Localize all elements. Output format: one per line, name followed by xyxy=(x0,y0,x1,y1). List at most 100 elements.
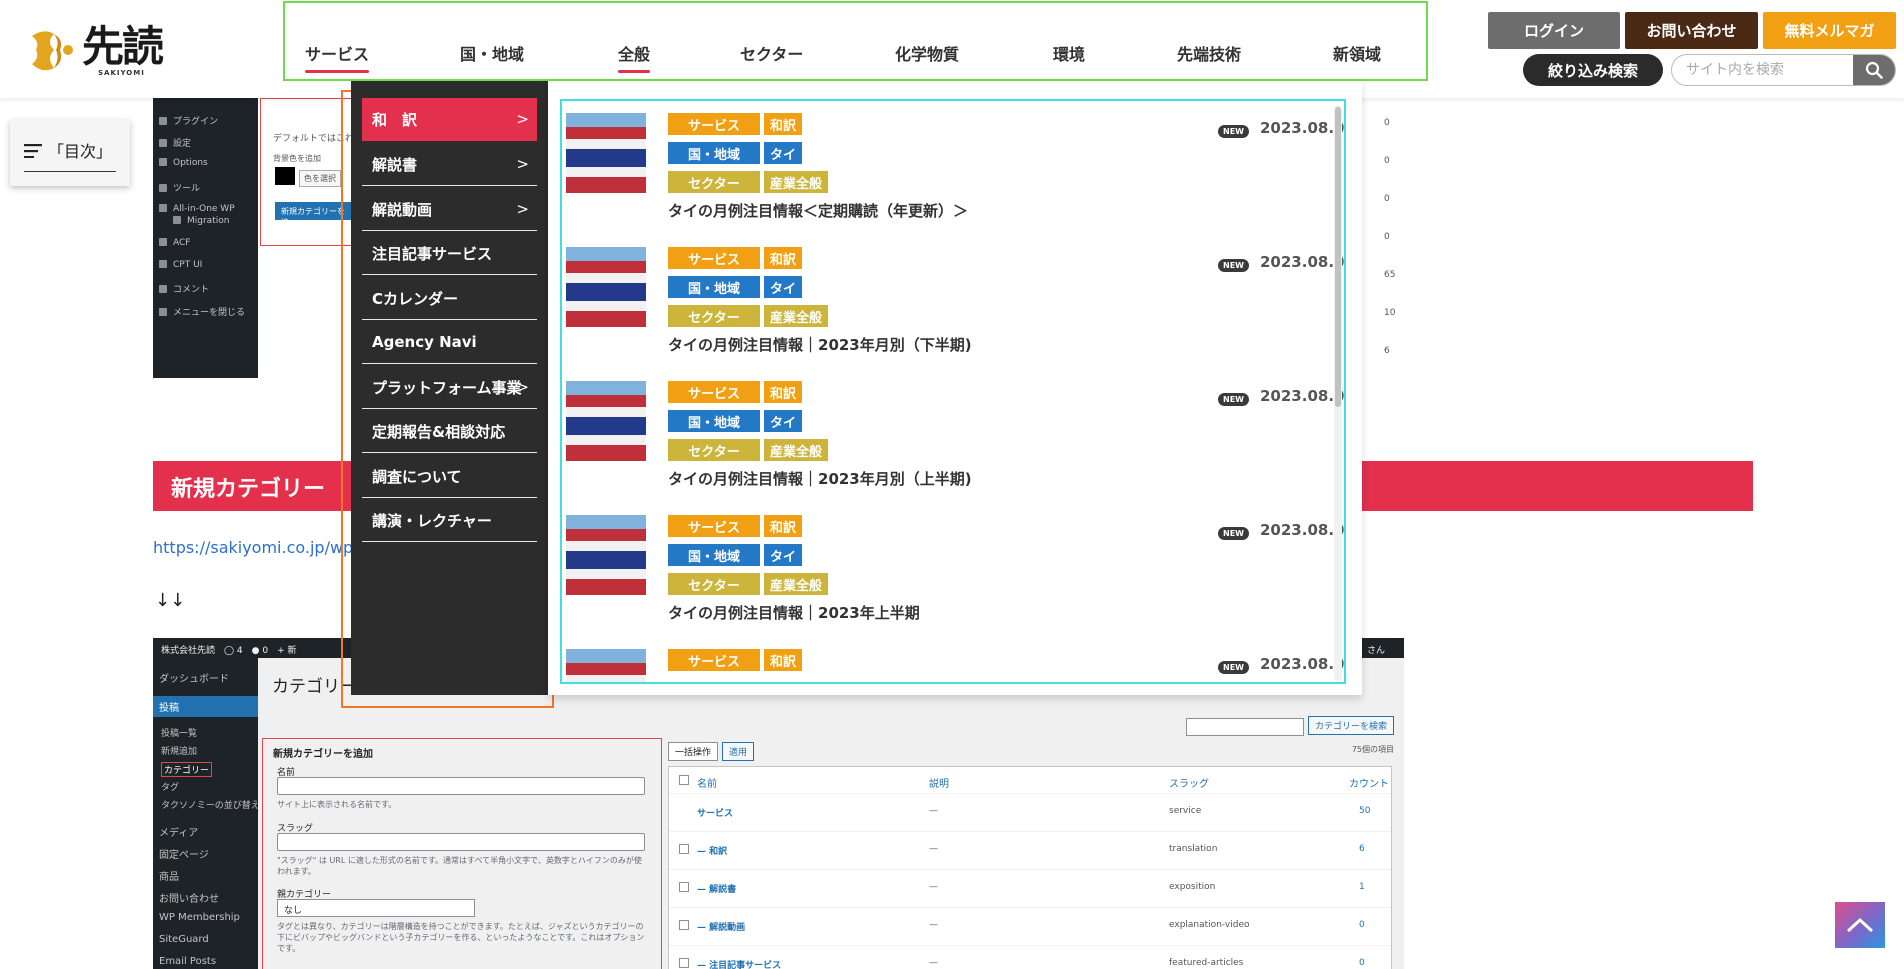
tag-sector[interactable]: セクター xyxy=(668,573,760,595)
tag-service[interactable]: サービス xyxy=(668,515,760,537)
submenu-item-videos[interactable]: 解説動画 > xyxy=(362,188,537,231)
tag-row: 国・地域 タイ xyxy=(668,544,803,566)
article-title[interactable]: タイの月例注目情報｜2023年月別（下半期) xyxy=(668,334,972,355)
list-icon xyxy=(24,144,42,158)
submenu-item-lectures[interactable]: 講演・レクチャー xyxy=(362,499,537,542)
nav-environment[interactable]: 環境 xyxy=(1053,41,1085,65)
submenu-item-label: 和 訳 xyxy=(372,110,418,129)
nav-advanced-tech[interactable]: 先端技術 xyxy=(1177,41,1241,65)
submenu-item-reports[interactable]: 定期報告&相談対応 xyxy=(362,410,537,453)
tag-row: セクター 産業全般 xyxy=(668,171,829,193)
new-badge: NEW xyxy=(1218,259,1249,272)
back-to-top-button[interactable] xyxy=(1835,902,1885,948)
cell-name: — 解説動画 xyxy=(697,923,746,933)
article-title[interactable]: タイの月例注目情報｜2023年上半期 xyxy=(668,602,920,623)
tag-sector-value[interactable]: 産業全般 xyxy=(764,573,829,595)
tag-service-value[interactable]: 和訳 xyxy=(764,113,803,135)
nav-region[interactable]: 国・地域 xyxy=(460,41,524,65)
article-card[interactable]: サービス 和訳 国・地域 タイ セクター 産業全般 タイの月例注目情報＜定期購読… xyxy=(566,105,1344,240)
tag-region[interactable]: 国・地域 xyxy=(668,276,760,298)
wp-count: 10 xyxy=(1384,308,1396,318)
tag-row: セクター 産業全般 xyxy=(668,305,829,327)
search-input[interactable] xyxy=(1672,55,1852,85)
wp-name-input xyxy=(277,777,645,795)
cell-count: 50 xyxy=(1359,806,1371,816)
tag-row: セクター 産業全般 xyxy=(668,439,829,461)
tag-sector[interactable]: セクター xyxy=(668,305,760,327)
tag-region-value[interactable]: タイ xyxy=(764,410,803,432)
nav-service[interactable]: サービス xyxy=(305,41,370,73)
wp-sidebar-item: Migration xyxy=(159,216,229,226)
thailand-flag-image xyxy=(566,515,646,595)
logo-mark-icon xyxy=(32,31,73,71)
article-title[interactable]: タイの月例注目情報｜2023年月別（上半期) xyxy=(668,468,972,489)
tag-sector[interactable]: セクター xyxy=(668,439,760,461)
cell-count: 0 xyxy=(1359,920,1365,930)
login-button[interactable]: ログイン xyxy=(1488,12,1620,49)
tag-sector[interactable]: セクター xyxy=(668,171,760,193)
table-row: — 注目記事サービス — featured-articles 0 xyxy=(669,945,1391,969)
cell-name: — 和訳 xyxy=(697,847,728,857)
submenu-item-featured[interactable]: 注目記事サービス xyxy=(362,232,537,275)
table-row: — 解説書 — exposition 1 xyxy=(669,869,1391,907)
submenu-item-calendar[interactable]: Cカレンダー xyxy=(362,277,537,320)
wp-sidebar-subitem: タグ xyxy=(161,783,180,793)
tag-sector-value[interactable]: 産業全般 xyxy=(764,439,829,461)
filter-search-button[interactable]: 絞り込み検索 xyxy=(1523,54,1663,86)
tag-service[interactable]: サービス xyxy=(668,247,760,269)
wp-search-button: カテゴリーを検索 xyxy=(1307,716,1394,735)
tag-region[interactable]: 国・地域 xyxy=(668,142,760,164)
tag-region[interactable]: 国・地域 xyxy=(668,410,760,432)
new-badge: NEW xyxy=(1218,125,1249,138)
submenu-item-research[interactable]: 調査について xyxy=(362,455,537,498)
tag-region-value[interactable]: タイ xyxy=(764,544,803,566)
toc-underline xyxy=(24,171,116,172)
tag-row: 国・地域 タイ xyxy=(668,276,803,298)
newsletter-button[interactable]: 無料メルマガ xyxy=(1763,12,1896,49)
wp-apply-button: 適用 xyxy=(722,742,755,761)
search-button[interactable] xyxy=(1853,55,1895,85)
contact-button[interactable]: お問い合わせ xyxy=(1625,12,1758,49)
article-card[interactable]: サービス 和訳 国・地域 タイ セクター 産業全般 タイの月例注目情報｜2023… xyxy=(566,507,1344,642)
wp-count: 0 xyxy=(1384,118,1390,128)
tag-service[interactable]: サービス xyxy=(668,113,760,135)
nav-chemicals[interactable]: 化学物質 xyxy=(895,41,959,65)
wp-sidebar-item: WP Membership xyxy=(159,912,240,923)
wp-sidebar-subitem: 投稿一覧 xyxy=(161,729,198,739)
nav-new-fields[interactable]: 新領域 xyxy=(1333,41,1381,65)
wp-sidebar-item: Email Posts xyxy=(159,956,217,967)
article-card[interactable]: サービス 和訳 NEW 2023.08.03 xyxy=(566,641,1344,682)
tag-service-value[interactable]: 和訳 xyxy=(764,515,803,537)
tag-region-value[interactable]: タイ xyxy=(764,142,803,164)
tag-service[interactable]: サービス xyxy=(668,649,760,671)
tag-sector-value[interactable]: 産業全般 xyxy=(764,305,829,327)
tag-region-value[interactable]: タイ xyxy=(764,276,803,298)
article-link[interactable]: https://sakiyomi.co.jp/wp xyxy=(153,538,353,557)
article-card[interactable]: サービス 和訳 国・地域 タイ セクター 産業全般 タイの月例注目情報｜2023… xyxy=(566,373,1344,508)
site-logo[interactable]: 先読 SAKIYOMI xyxy=(24,22,164,78)
article-card[interactable]: サービス 和訳 国・地域 タイ セクター 産業全般 タイの月例注目情報｜2023… xyxy=(566,239,1344,374)
cell-desc: — xyxy=(929,844,938,854)
wp-add-category-form: 新規カテゴリーを追加 名前 サイト上に表示される名前です。 スラッグ "スラッグ… xyxy=(262,738,662,969)
tag-service-value[interactable]: 和訳 xyxy=(764,247,803,269)
submenu-item-agency-navi[interactable]: Agency Navi xyxy=(362,321,537,364)
cell-name: サービス xyxy=(697,809,734,819)
cell-slug: explanation-video xyxy=(1169,920,1250,930)
wp-sidebar-item: メディア xyxy=(159,828,199,839)
tag-service-value[interactable]: 和訳 xyxy=(764,649,803,671)
tag-region[interactable]: 国・地域 xyxy=(668,544,760,566)
tag-service-value[interactable]: 和訳 xyxy=(764,381,803,403)
articles-scrollbar[interactable] xyxy=(1334,105,1342,681)
submenu-item-platform[interactable]: プラットフォーム事業 > xyxy=(362,366,537,409)
tag-service[interactable]: サービス xyxy=(668,381,760,403)
toc-toggle[interactable]: 「目次」 xyxy=(10,120,130,186)
submenu-item-translation[interactable]: 和 訳 > xyxy=(362,98,537,141)
submenu-item-commentary[interactable]: 解説書 > xyxy=(362,143,537,186)
nav-general[interactable]: 全般 xyxy=(618,41,651,73)
wp-count: 65 xyxy=(1384,270,1396,280)
article-title[interactable]: タイの月例注目情報＜定期購読（年更新）＞ xyxy=(668,200,968,221)
nav-sector[interactable]: セクター xyxy=(740,41,803,65)
scrollbar-thumb[interactable] xyxy=(1335,107,1341,407)
wp-sidebar-item: コメント xyxy=(159,282,209,295)
tag-sector-value[interactable]: 産業全般 xyxy=(764,171,829,193)
